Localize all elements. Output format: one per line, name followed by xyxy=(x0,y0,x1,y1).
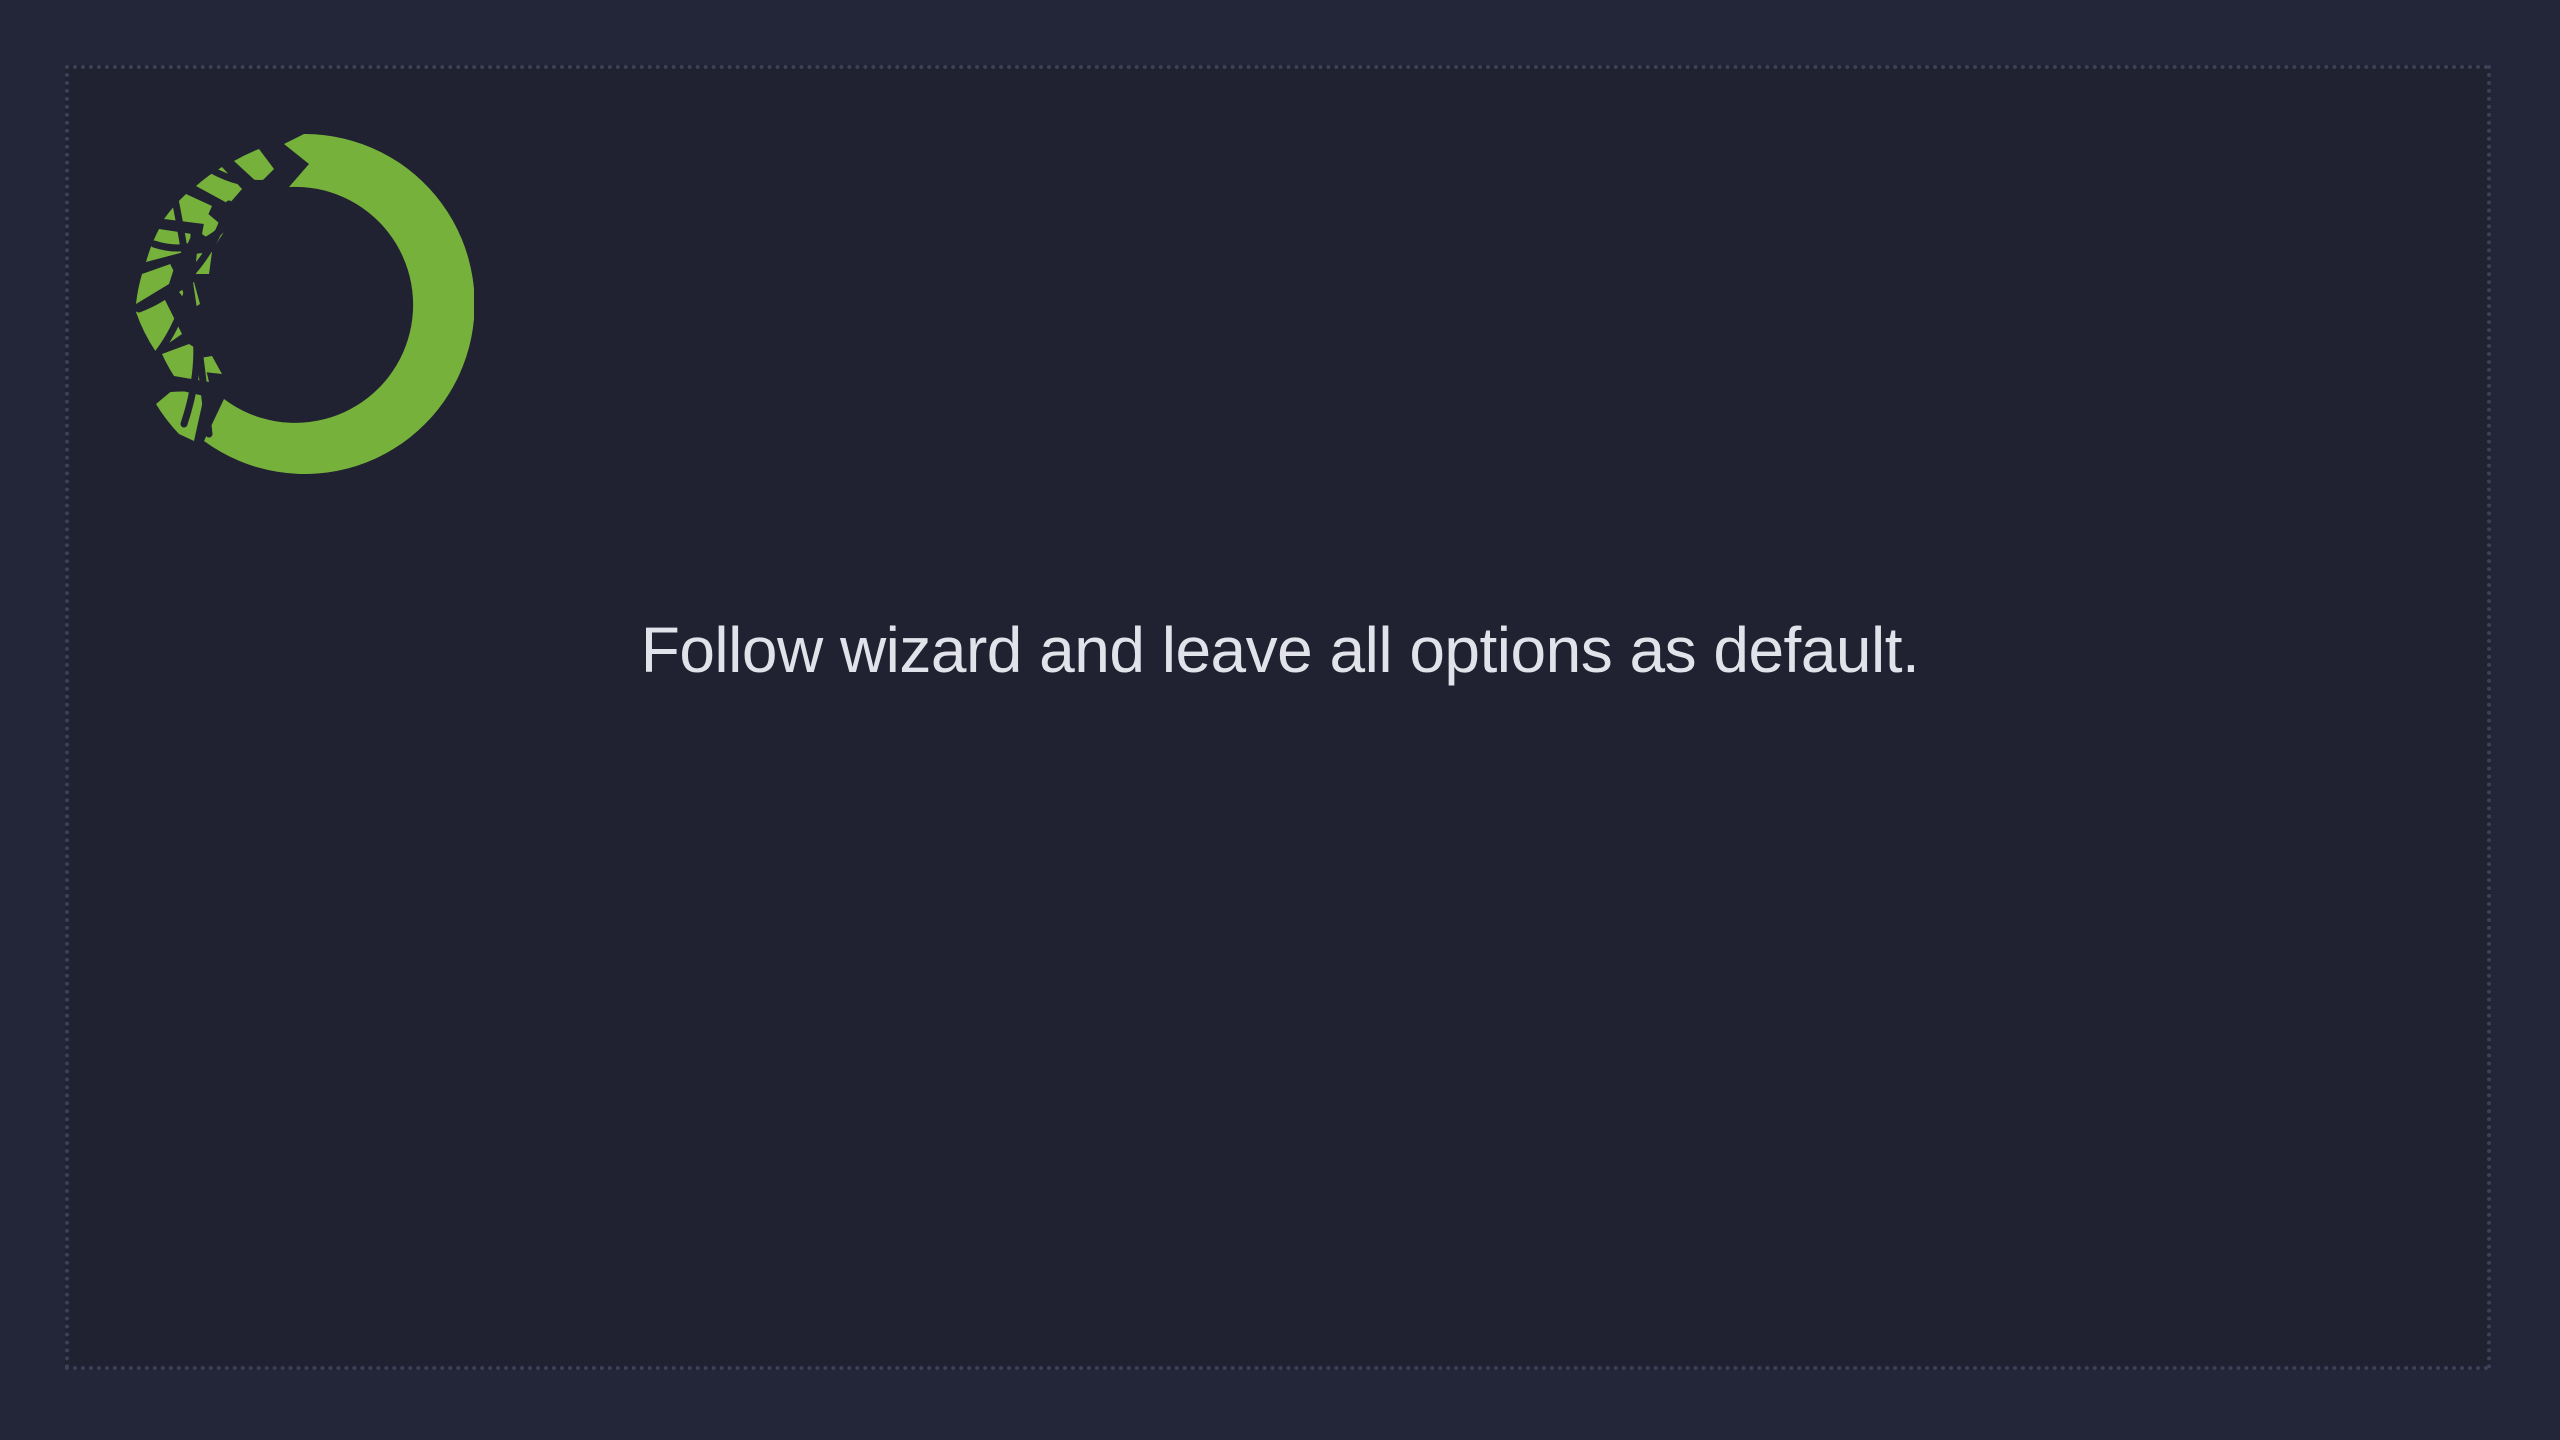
instruction-text: Follow wizard and leave all options as d… xyxy=(640,614,1920,686)
anaconda-logo-icon xyxy=(134,134,474,474)
slide-frame xyxy=(65,65,2491,1370)
